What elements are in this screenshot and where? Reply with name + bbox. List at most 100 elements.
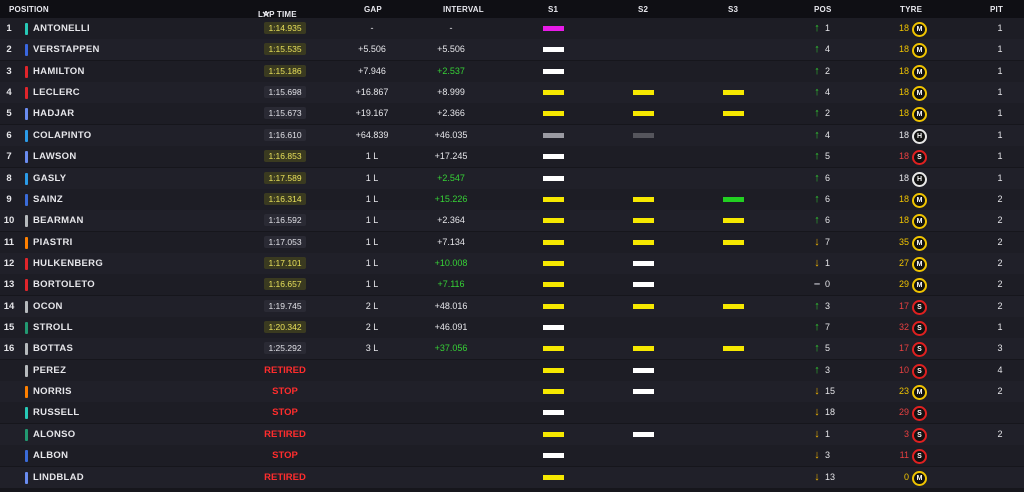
table-row[interactable]: 7 LAWSON 1:16.853 1 L +17.245 ↑ 5 18 S 1 [0,146,1024,168]
table-row[interactable]: 14 OCON 1:19.745 2 L +48.016 ↑ 3 17 S 2 [0,295,1024,317]
gap-value: 1 L [365,193,379,204]
table-row[interactable]: 6 COLAPINTO 1:16.610 +64.839 +46.035 ↑ 4 18 H 1 [0,124,1024,146]
driver-name[interactable]: LINDBLAD [33,467,84,488]
header-position[interactable]: POSITION [9,5,49,14]
sector-s2-bar [633,303,654,309]
table-row[interactable]: 5 HADJAR 1:15.673 +19.167 +2.366 ↑ 2 18 M 1 [0,103,1024,125]
driver-name[interactable]: VERSTAPPEN [33,39,100,60]
driver-name[interactable]: ALONSO [33,424,75,445]
lap-time: 1:16.592 [264,214,306,227]
lap-time: 1:19.745 [264,299,306,312]
lap-time: 1:17.101 [264,256,306,269]
lap-time: 1:15.673 [264,107,306,120]
table-row[interactable]: ALONSO RETIRED ↓ 1 3 S 2 [0,423,1024,445]
table-row[interactable]: 4 LECLERC 1:15.698 +16.867 +8.999 ↑ 4 18 M 1 [0,82,1024,104]
table-row[interactable]: 1 ANTONELLI 1:14.935 - - ↑ 1 18 M 1 [0,18,1024,39]
table-row[interactable]: ALBON STOP ↓ 3 11 S [0,445,1024,467]
arrow-up-icon: ↑ [814,192,820,205]
driver-name[interactable]: BEARMAN [33,210,84,231]
driver-name[interactable]: PEREZ [33,360,66,381]
lap-time: 1:16.657 [264,278,306,291]
driver-name[interactable]: COLAPINTO [33,125,91,146]
header-pos[interactable]: POS [814,5,832,14]
driver-name[interactable]: OCON [33,296,63,317]
position-number: 14 [3,300,15,312]
lap-time-cell: 1:17.589 [263,168,307,189]
table-row[interactable]: 8 GASLY 1:17.589 1 L +2.547 ↑ 6 18 H 1 [0,167,1024,189]
arrow-down-icon: ↓ [814,235,820,248]
positions-changed: 7 [825,322,831,333]
driver-name[interactable]: PIASTRI [33,232,73,253]
sector-s2-bar [633,346,654,352]
driver-name[interactable]: HADJAR [33,103,74,124]
table-row[interactable]: 3 HAMILTON 1:15.186 +7.946 +2.537 ↑ 2 18 M 1 [0,60,1024,82]
sector-s1-bar [543,431,564,437]
interval-value [422,467,480,488]
table-row[interactable]: RUSSELL STOP ↓ 18 29 S [0,402,1024,424]
table-row[interactable]: LINDBLAD RETIRED ↓ 13 0 M [0,466,1024,488]
tyre-compound-icon: S [912,406,927,422]
table-row[interactable]: 10 BEARMAN 1:16.592 1 L +2.364 ↑ 6 18 M 2 [0,210,1024,232]
table-row[interactable]: 12 HULKENBERG 1:17.101 1 L +10.008 ↓ 1 27 M 2 [0,252,1024,274]
table-row[interactable]: 9 SAINZ 1:16.314 1 L +15.226 ↑ 6 18 M 2 [0,188,1024,210]
sector-s3-bar [723,90,744,96]
gap-value: - [370,23,374,33]
driver-name[interactable]: SAINZ [33,189,63,210]
arrow-up-icon: ↑ [814,171,820,184]
team-color-bar [25,87,28,100]
table-row[interactable]: 11 PIASTRI 1:17.053 1 L +7.134 ↓ 7 35 M 2 [0,231,1024,253]
sector-s1-bar [543,367,564,373]
team-color-bar [25,108,28,121]
pit-stops: 1 [997,322,1003,333]
lap-time-cell: 1:17.053 [263,232,307,253]
driver-name[interactable]: HAMILTON [33,61,85,82]
header-tyre[interactable]: TYRE [900,5,922,14]
tyre-compound-icon: M [912,86,927,102]
interval-value: +15.226 [434,193,468,204]
pit-stops: 1 [997,108,1003,119]
team-color-bar [25,236,28,249]
interval-value: +8.999 [437,87,465,98]
driver-name[interactable]: ALBON [33,445,68,466]
driver-name[interactable]: NORRIS [33,381,72,402]
header-s1[interactable]: S1 [548,5,558,14]
sector-s2-bar [633,196,654,202]
tyre-laps: 17 [898,300,909,311]
header-pit[interactable]: PIT [990,5,1003,14]
team-color-bar [25,215,28,228]
table-row[interactable]: 2 VERSTAPPEN 1:15.535 +5.506 +5.506 ↑ 4 18 M 1 [0,39,1024,61]
driver-name[interactable]: BORTOLETO [33,274,95,295]
tyre-laps: 18 [898,129,909,140]
driver-name[interactable]: GASLY [33,168,66,189]
tyre-compound-icon: M [912,214,927,230]
table-row[interactable]: 16 BOTTAS 1:25.292 3 L +37.056 ↑ 5 17 S 3 [0,338,1024,360]
lap-time: 1:15.535 [264,43,306,56]
interval-value [422,360,480,381]
table-row[interactable]: 13 BORTOLETO 1:16.657 1 L +7.116 –0 29 M 2 [0,274,1024,296]
driver-name[interactable]: RUSSELL [33,402,79,423]
driver-name[interactable]: STROLL [33,317,73,338]
lap-time-cell: 1:20.342 [263,317,307,338]
lap-time-cell: 1:16.592 [263,210,307,231]
driver-name[interactable]: HULKENBERG [33,253,103,274]
header-s2[interactable]: S2 [638,5,648,14]
driver-name[interactable]: LECLERC [33,82,80,103]
pit-stops [990,402,1010,423]
header-s3[interactable]: S3 [728,5,738,14]
table-row[interactable]: NORRIS STOP ↓ 15 23 M 2 [0,381,1024,403]
driver-status: RETIRED [264,428,306,440]
sector-s3-bar [723,196,744,202]
sector-s1-bar [543,303,564,309]
driver-name[interactable]: LAWSON [33,146,77,167]
tyre-laps: 18 [898,215,909,226]
tyre-compound-icon: M [912,64,927,80]
table-row[interactable]: 15 STROLL 1:20.342 2 L +46.091 ↑ 7 32 S 1 [0,317,1024,339]
table-row[interactable]: PEREZ RETIRED ↑ 3 10 S 4 [0,359,1024,381]
positions-changed: 0 [825,279,831,290]
driver-name[interactable]: BOTTAS [33,338,73,359]
driver-name[interactable]: ANTONELLI [33,18,90,39]
header-interval[interactable]: INTERVAL [443,5,484,14]
arrow-up-icon: ↑ [814,363,820,376]
header-gap[interactable]: GAP [364,5,382,14]
positions-changed: 4 [825,129,831,140]
